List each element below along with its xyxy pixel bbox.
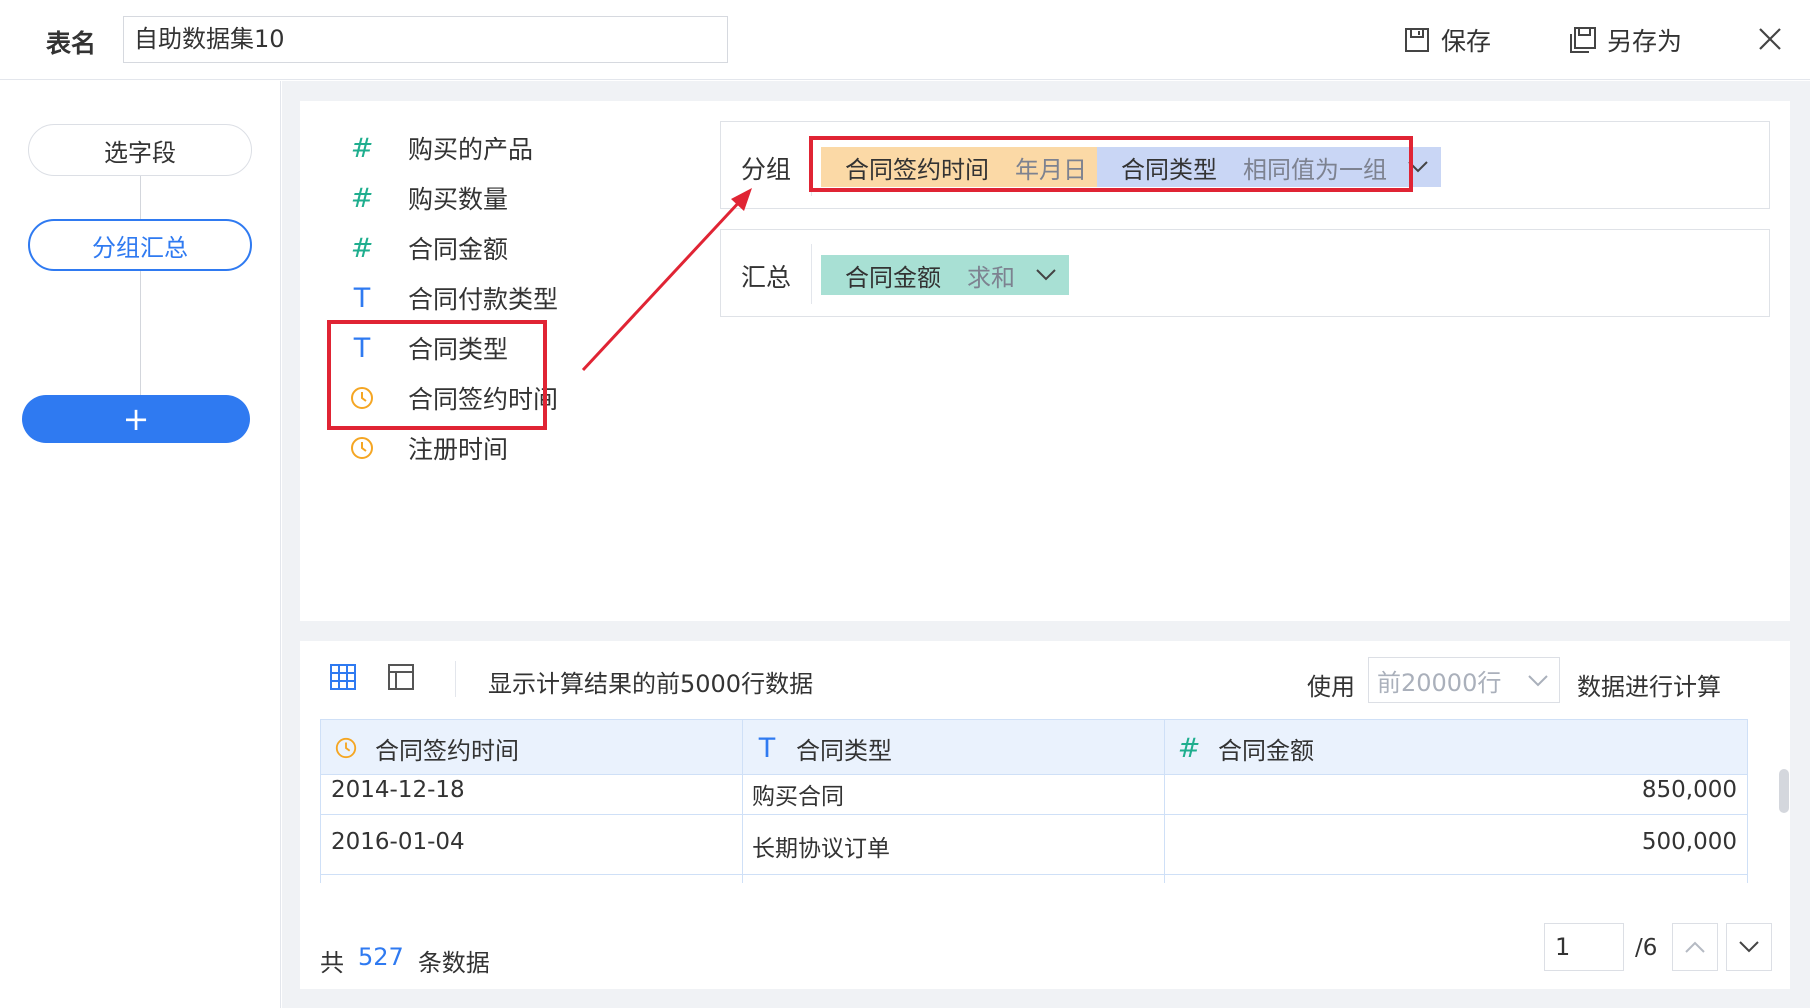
highlight-box-group-chips xyxy=(809,136,1413,192)
calc-label: 数据进行计算 xyxy=(1577,673,1721,701)
chevron-up-icon xyxy=(1685,941,1705,953)
field-item[interactable]: # 购买的产品 xyxy=(344,131,533,165)
summary-zone[interactable]: 汇总 合同金额 求和 xyxy=(720,229,1770,317)
column-header-label: 合同签约时间 xyxy=(375,736,519,765)
close-icon[interactable] xyxy=(1755,24,1785,54)
column-header-signing-date[interactable]: 合同签约时间 xyxy=(331,720,519,776)
field-label: 购买的产品 xyxy=(408,135,534,164)
highlight-box-fields xyxy=(327,320,547,430)
row-limit-value: 前20000行 xyxy=(1377,668,1502,697)
save-icon xyxy=(1405,28,1429,52)
table-name-input[interactable]: 自助数据集10 xyxy=(123,16,728,63)
field-item[interactable]: T 合同付款类型 xyxy=(344,281,558,315)
number-field-icon: # xyxy=(350,182,374,214)
group-zone[interactable]: 分组 合同签约时间 年月日 合同类型 相同值为一组 xyxy=(720,121,1770,209)
save-label: 保存 xyxy=(1441,27,1492,56)
preview-panel: 显示计算结果的前5000行数据 使用 前20000行 数据进行计算 合同签约时间… xyxy=(300,641,1790,989)
chevron-down-icon xyxy=(1036,269,1056,281)
column-header-contract-amount[interactable]: # 合同金额 xyxy=(1174,720,1314,776)
table-cell: 2016-01-04 xyxy=(331,829,465,855)
use-label: 使用 xyxy=(1307,673,1355,701)
number-field-icon: # xyxy=(1177,732,1201,764)
step-select-fields[interactable]: 选字段 xyxy=(28,124,252,176)
page-number-input[interactable]: 1 xyxy=(1544,923,1624,971)
chip-field-name: 合同金额 xyxy=(845,263,941,292)
total-prefix: 共 xyxy=(320,949,344,977)
add-step-button[interactable]: + xyxy=(22,395,250,443)
table-cell: 2014-12-18 xyxy=(331,777,465,803)
layout-view-icon[interactable] xyxy=(386,662,416,692)
number-field-icon: # xyxy=(350,232,374,264)
number-field-icon: # xyxy=(350,132,374,164)
field-label: 合同付款类型 xyxy=(408,285,559,314)
field-item[interactable]: # 合同金额 xyxy=(344,231,508,265)
chevron-down-icon xyxy=(1528,675,1548,687)
column-header-contract-type[interactable]: T 合同类型 xyxy=(752,720,892,776)
table-cell: 500,000 xyxy=(1641,829,1737,855)
main-area: # 购买的产品 # 购买数量 # 合同金额 T 合同付款类型 T 合同类型 合同… xyxy=(282,81,1810,1008)
config-panel: # 购买的产品 # 购买数量 # 合同金额 T 合同付款类型 T 合同类型 合同… xyxy=(300,101,1790,621)
column-header-label: 合同金额 xyxy=(1218,736,1314,765)
table-name-label: 表名 xyxy=(46,29,97,58)
header-bar: 表名 自助数据集10 保存 另存为 xyxy=(0,0,1810,80)
column-divider xyxy=(742,719,743,883)
clock-icon xyxy=(344,435,380,461)
table-view-icon[interactable] xyxy=(328,662,358,692)
text-field-icon: T xyxy=(353,282,371,314)
field-label: 合同金额 xyxy=(408,235,509,264)
step-group-summary[interactable]: 分组汇总 xyxy=(28,219,252,271)
field-item[interactable]: # 购买数量 xyxy=(344,181,508,215)
total-count-value: 527 xyxy=(358,943,404,971)
chevron-down-icon xyxy=(1739,941,1759,953)
preview-description: 显示计算结果的前5000行数据 xyxy=(488,670,814,698)
clock-icon xyxy=(331,736,361,760)
step-connector xyxy=(140,176,141,219)
page-up-button[interactable] xyxy=(1672,923,1718,971)
toolbar-divider xyxy=(455,661,456,697)
total-count: 共 527 条数据 xyxy=(320,943,490,978)
column-header-label: 合同类型 xyxy=(796,736,892,765)
save-as-button[interactable]: 另存为 xyxy=(1569,22,1682,58)
chip-mode: 求和 xyxy=(967,263,1015,292)
field-item[interactable]: 注册时间 xyxy=(344,431,508,465)
summary-chip-contract-amount[interactable]: 合同金额 求和 xyxy=(821,255,1069,295)
total-suffix: 条数据 xyxy=(417,949,490,977)
save-button[interactable]: 保存 xyxy=(1403,22,1491,58)
table-row: 2014-12-18 购买合同 850,000 xyxy=(321,775,1747,815)
table-cell: 长期协议订单 xyxy=(752,836,890,862)
table-scrollbar[interactable] xyxy=(1779,769,1789,813)
column-divider xyxy=(1164,719,1165,883)
save-as-label: 另存为 xyxy=(1607,27,1683,56)
table-row: 2016-01-04 长期协议订单 500,000 xyxy=(321,815,1747,875)
table-header: 合同签约时间 T 合同类型 # 合同金额 xyxy=(321,719,1747,776)
table-cell: 850,000 xyxy=(1641,777,1737,803)
field-label: 注册时间 xyxy=(408,435,509,464)
preview-table: 合同签约时间 T 合同类型 # 合同金额 2014-12-18 购买合同 850… xyxy=(320,719,1748,883)
field-label: 购买数量 xyxy=(408,185,509,214)
group-zone-label: 分组 xyxy=(741,155,792,184)
step-pane: 选字段 分组汇总 + xyxy=(0,81,281,1008)
zone-divider xyxy=(811,244,812,304)
summary-zone-label: 汇总 xyxy=(741,263,792,292)
table-cell: 购买合同 xyxy=(752,784,844,810)
text-field-icon: T xyxy=(758,732,776,764)
save-as-icon xyxy=(1570,27,1596,53)
row-limit-select[interactable]: 前20000行 xyxy=(1368,657,1560,703)
step-connector xyxy=(140,271,141,395)
page-total: /6 xyxy=(1635,935,1658,961)
page-down-button[interactable] xyxy=(1726,923,1772,971)
